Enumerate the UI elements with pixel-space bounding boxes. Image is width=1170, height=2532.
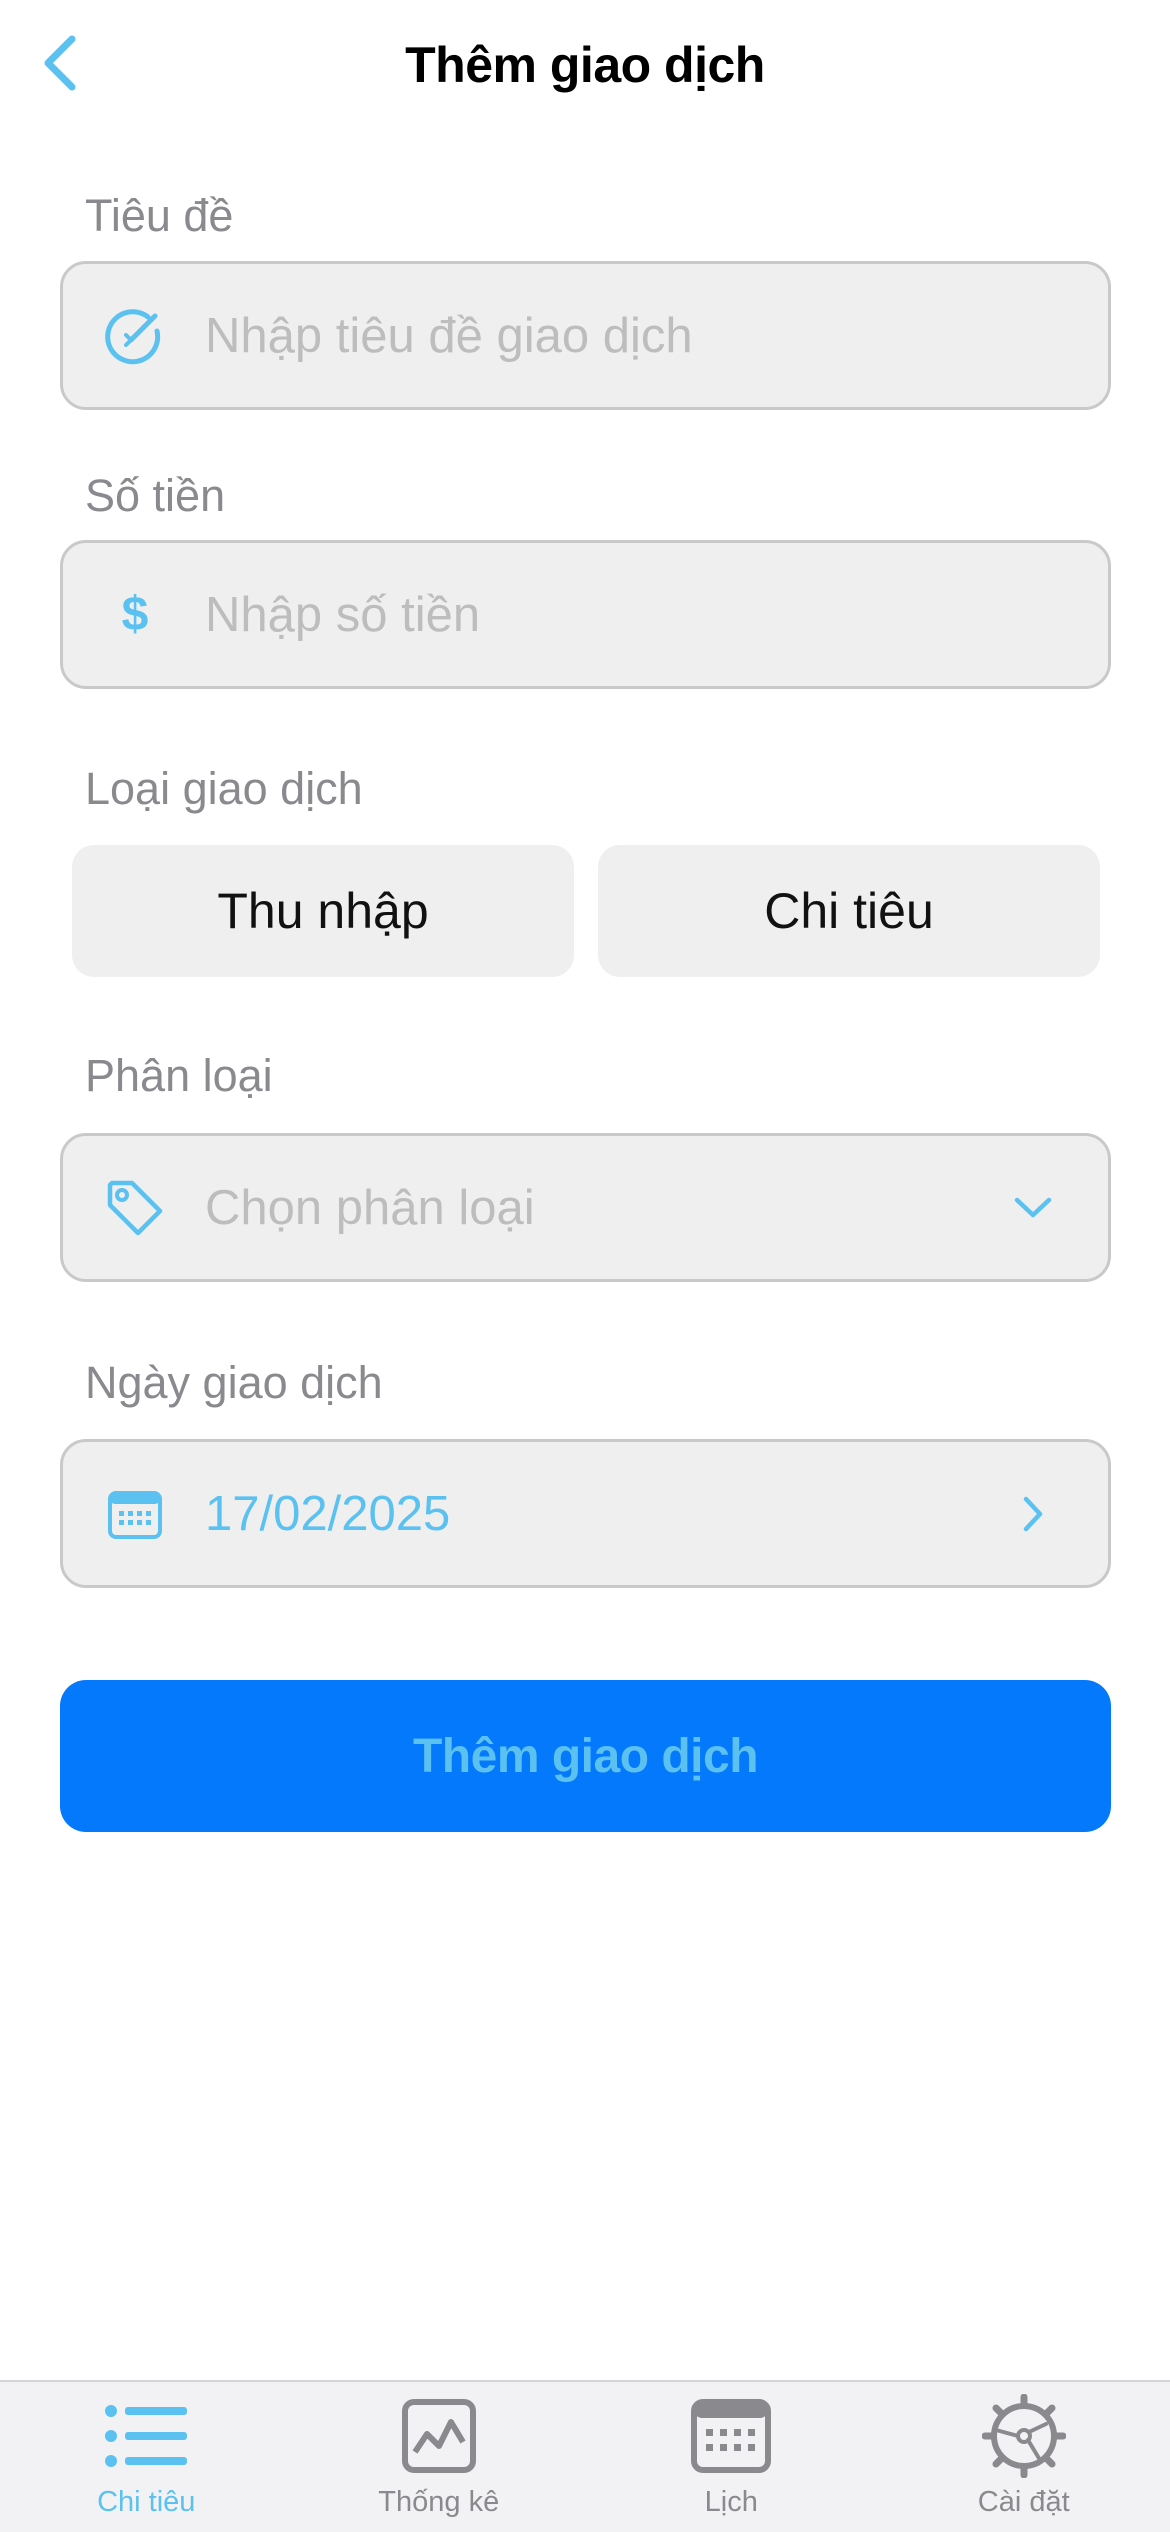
category-select[interactable]: Chọn phân loại [60, 1133, 1111, 1282]
title-field-label: Tiêu đề [85, 190, 234, 241]
chevron-down-icon [1003, 1178, 1063, 1238]
calendar-icon [686, 2394, 776, 2478]
dollar-icon: $ [121, 588, 149, 641]
date-field-label: Ngày giao dịch [85, 1357, 383, 1408]
calendar-icon [100, 1479, 170, 1549]
list-icon [101, 2394, 191, 2478]
category-placeholder: Chọn phân loại [205, 1180, 535, 1235]
amount-placeholder: Nhập số tiền [205, 587, 481, 642]
tab-settings[interactable]: Cài đặt [878, 2382, 1170, 2532]
tab-statistics[interactable]: Thống kê [293, 2382, 586, 2532]
tab-calendar[interactable]: Lịch [585, 2382, 878, 2532]
chart-icon [394, 2394, 484, 2478]
tab-expenses[interactable]: Chi tiêu [0, 2382, 293, 2532]
tab-label: Thống kê [378, 2486, 500, 2518]
type-field-label: Loại giao dịch [85, 763, 363, 814]
date-value: 17/02/2025 [205, 1486, 451, 1541]
amount-field-label: Số tiền [85, 470, 226, 521]
title-input[interactable]: Nhập tiêu đề giao dịch [60, 261, 1111, 410]
tab-label: Cài đặt [977, 2486, 1070, 2518]
type-expense-button[interactable]: Chi tiêu [598, 845, 1100, 977]
tag-icon [100, 1173, 170, 1243]
tab-label: Chi tiêu [97, 2486, 196, 2518]
title-placeholder: Nhập tiêu đề giao dịch [205, 308, 693, 363]
date-picker[interactable]: 17/02/2025 [60, 1439, 1111, 1588]
category-field-label: Phân loại [85, 1050, 273, 1101]
gear-icon [979, 2394, 1069, 2478]
tab-bar: Chi tiêu Thống kê Lịch Cài đặt [0, 2380, 1170, 2532]
type-income-button[interactable]: Thu nhập [72, 845, 574, 977]
tab-label: Lịch [704, 2486, 758, 2518]
chevron-right-icon [1003, 1484, 1063, 1544]
edit-pencil-circle-icon [100, 301, 170, 371]
page-title: Thêm giao dịch [405, 37, 765, 93]
submit-button[interactable]: Thêm giao dịch [60, 1680, 1111, 1832]
add-transaction-screen: Thêm giao dịch Tiêu đề Nhập tiêu đề giao… [0, 0, 1170, 2532]
amount-input[interactable]: $ Nhập số tiền [60, 540, 1111, 689]
